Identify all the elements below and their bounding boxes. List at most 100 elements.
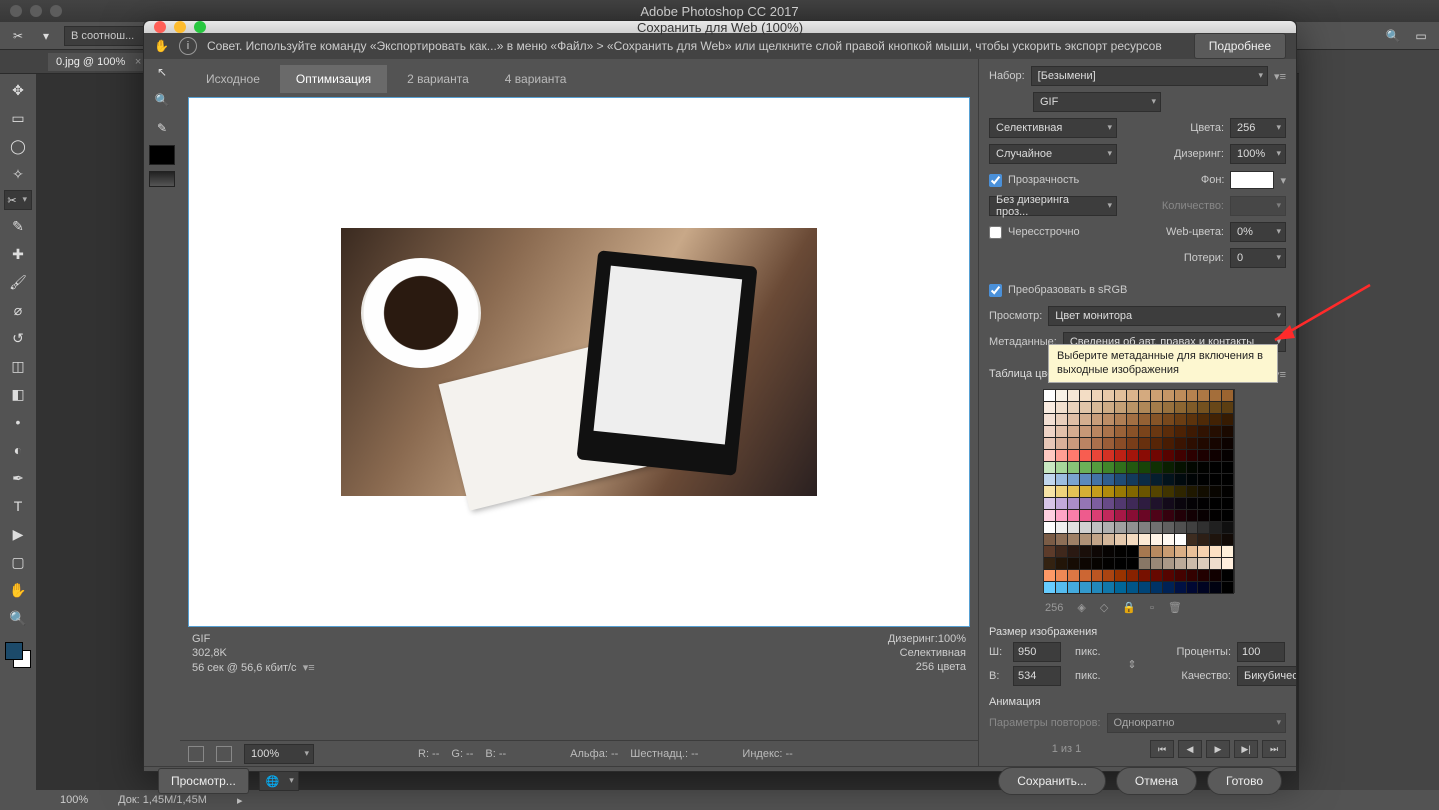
palette-swatch[interactable] (1222, 582, 1234, 594)
palette-swatch[interactable] (1151, 498, 1163, 510)
palette-swatch[interactable] (1092, 510, 1104, 522)
workspace-icon[interactable]: ▭ (1411, 26, 1431, 46)
palette-swatch[interactable] (1127, 462, 1139, 474)
palette-swatch[interactable] (1056, 402, 1068, 414)
palette-swatch[interactable] (1187, 510, 1199, 522)
palette-swatch[interactable] (1080, 582, 1092, 594)
palette-swatch[interactable] (1044, 426, 1056, 438)
eyedropper-tool-icon[interactable]: ✎ (4, 214, 32, 238)
palette-swatch[interactable] (1198, 438, 1210, 450)
palette-swatch[interactable] (1115, 402, 1127, 414)
palette-swatch[interactable] (1103, 498, 1115, 510)
foreground-color-icon[interactable] (5, 642, 23, 660)
menu-icon[interactable]: ▾≡ (303, 662, 315, 674)
transparency-dither-select[interactable]: Без дизеринга проз... (989, 196, 1117, 216)
palette-swatch[interactable] (1175, 486, 1187, 498)
palette-swatch[interactable] (1187, 486, 1199, 498)
palette-swatch[interactable] (1222, 402, 1234, 414)
palette-swatch[interactable] (1103, 534, 1115, 546)
palette-swatch[interactable] (1151, 474, 1163, 486)
color-swatches[interactable] (5, 642, 31, 668)
palette-swatch[interactable] (1139, 486, 1151, 498)
palette-swatch[interactable] (1044, 486, 1056, 498)
palette-swatch[interactable] (1175, 558, 1187, 570)
palette-swatch[interactable] (1187, 534, 1199, 546)
websnap-select[interactable]: 0% (1230, 222, 1286, 242)
palette-swatch[interactable] (1103, 582, 1115, 594)
done-button[interactable]: Готово (1207, 767, 1282, 795)
palette-swatch[interactable] (1151, 522, 1163, 534)
palette-swatch[interactable] (1210, 570, 1222, 582)
palette-swatch[interactable] (1080, 426, 1092, 438)
single-view-icon[interactable] (188, 746, 204, 762)
palette-swatch[interactable] (1056, 474, 1068, 486)
palette-swatch[interactable] (1068, 546, 1080, 558)
more-button[interactable]: Подробнее (1194, 33, 1286, 59)
palette-swatch[interactable] (1080, 534, 1092, 546)
palette-swatch[interactable] (1175, 582, 1187, 594)
palette-swatch[interactable] (1163, 534, 1175, 546)
new-color-icon[interactable]: ▫ (1150, 602, 1154, 614)
palette-swatch[interactable] (1056, 510, 1068, 522)
palette-swatch[interactable] (1115, 522, 1127, 534)
palette-swatch[interactable] (1092, 402, 1104, 414)
palette-swatch[interactable] (1092, 390, 1104, 402)
blur-tool-icon[interactable]: • (4, 410, 32, 434)
palette-swatch[interactable] (1115, 462, 1127, 474)
chevron-down-icon[interactable]: ▾ (1280, 174, 1286, 187)
palette-swatch[interactable] (1080, 438, 1092, 450)
eyedropper-icon[interactable]: ✎ (150, 117, 174, 139)
save-button[interactable]: Сохранить... (998, 767, 1106, 795)
palette-swatch[interactable] (1127, 546, 1139, 558)
dither-amount-select[interactable]: 100% (1230, 144, 1286, 164)
palette-swatch[interactable] (1044, 570, 1056, 582)
palette-swatch[interactable] (1163, 426, 1175, 438)
palette-swatch[interactable] (1222, 570, 1234, 582)
palette-swatch[interactable] (1139, 534, 1151, 546)
palette-swatch[interactable] (1056, 570, 1068, 582)
palette-swatch[interactable] (1115, 486, 1127, 498)
palette-swatch[interactable] (1068, 438, 1080, 450)
palette-swatch[interactable] (1222, 498, 1234, 510)
palette-swatch[interactable] (1080, 450, 1092, 462)
palette-swatch[interactable] (1163, 462, 1175, 474)
percent-input[interactable] (1237, 642, 1285, 662)
tab-original[interactable]: Исходное (190, 65, 276, 93)
palette-swatch[interactable] (1139, 546, 1151, 558)
palette-swatch[interactable] (1103, 462, 1115, 474)
hand-tool-icon[interactable]: ✋ (4, 578, 32, 602)
palette-swatch[interactable] (1187, 546, 1199, 558)
palette-swatch[interactable] (1103, 438, 1115, 450)
palette-swatch[interactable] (1127, 522, 1139, 534)
palette-swatch[interactable] (1187, 462, 1199, 474)
palette-swatch[interactable] (1222, 462, 1234, 474)
snap-icon[interactable]: ◈ (1077, 601, 1085, 614)
palette-swatch[interactable] (1210, 582, 1222, 594)
palette-swatch[interactable] (1068, 570, 1080, 582)
palette-swatch[interactable] (1115, 390, 1127, 402)
palette-swatch[interactable] (1115, 474, 1127, 486)
palette-swatch[interactable] (1115, 438, 1127, 450)
palette-swatch[interactable] (1139, 582, 1151, 594)
palette-swatch[interactable] (1139, 522, 1151, 534)
palette-swatch[interactable] (1163, 450, 1175, 462)
eyedropper-color-swatch[interactable] (149, 145, 175, 165)
dodge-tool-icon[interactable]: ◐ (4, 438, 32, 462)
palette-swatch[interactable] (1068, 522, 1080, 534)
palette-swatch[interactable] (1092, 450, 1104, 462)
palette-swatch[interactable] (1210, 522, 1222, 534)
palette-swatch[interactable] (1222, 510, 1234, 522)
palette-swatch[interactable] (1127, 510, 1139, 522)
palette-swatch[interactable] (1127, 498, 1139, 510)
path-select-icon[interactable]: ▶ (4, 522, 32, 546)
palette-swatch[interactable] (1103, 450, 1115, 462)
palette-swatch[interactable] (1044, 450, 1056, 462)
colors-select[interactable]: 256 (1230, 118, 1286, 138)
preview-button[interactable]: Просмотр... (158, 768, 249, 794)
palette-swatch[interactable] (1187, 558, 1199, 570)
type-tool-icon[interactable]: T (4, 494, 32, 518)
palette-swatch[interactable] (1151, 438, 1163, 450)
palette-swatch[interactable] (1092, 558, 1104, 570)
palette-swatch[interactable] (1210, 450, 1222, 462)
palette-swatch[interactable] (1115, 534, 1127, 546)
